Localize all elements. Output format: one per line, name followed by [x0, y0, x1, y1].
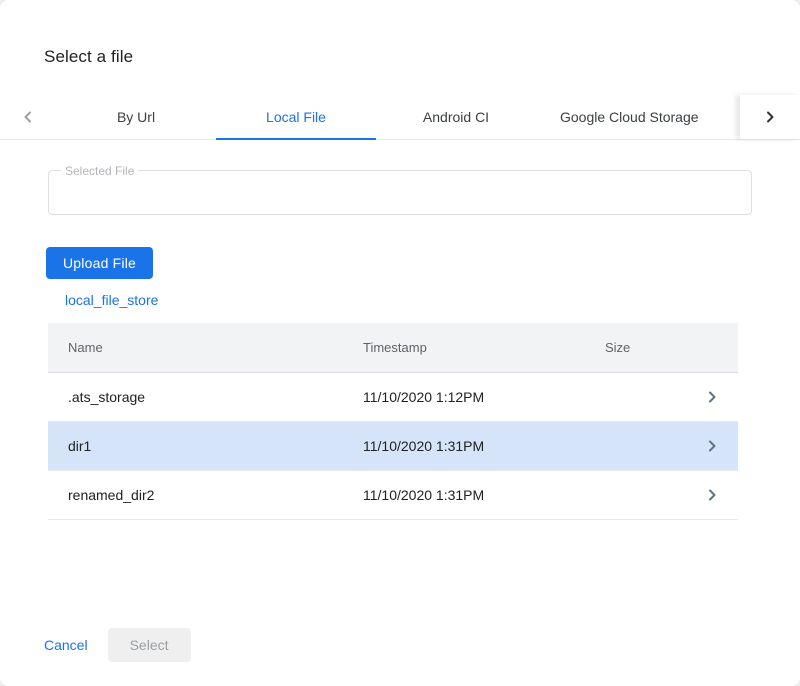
cell-timestamp: 11/10/2020 1:31PM — [363, 487, 605, 503]
breadcrumb: local_file_store — [48, 292, 752, 310]
cell-name: renamed_dir2 — [68, 487, 363, 503]
tab-google-cloud-storage[interactable]: Google Cloud Storage — [536, 95, 723, 139]
tab-label: Android CI — [423, 109, 489, 125]
chevron-right-icon — [706, 391, 718, 403]
chevron-right-icon — [706, 440, 718, 452]
open-directory-button[interactable] — [688, 489, 718, 501]
cancel-button[interactable]: Cancel — [44, 631, 88, 659]
table-row[interactable]: dir1 11/10/2020 1:31PM — [48, 422, 738, 471]
table-row[interactable]: renamed_dir2 11/10/2020 1:31PM — [48, 471, 738, 520]
column-header-size: Size — [605, 340, 688, 355]
column-header-name: Name — [68, 340, 363, 355]
column-header-timestamp: Timestamp — [363, 340, 605, 355]
selected-file-input[interactable] — [49, 171, 751, 214]
tab-by-url[interactable]: By Url — [56, 95, 216, 139]
upload-file-button[interactable]: Upload File — [46, 247, 153, 279]
tabs-paginate-left-button[interactable] — [0, 95, 56, 139]
tab-panel-local-file: Selected File Upload File local_file_sto… — [0, 170, 800, 520]
cell-name: .ats_storage — [68, 389, 363, 405]
select-button[interactable]: Select — [108, 628, 191, 662]
select-file-dialog: Select a file By Url Local File Android … — [0, 0, 800, 686]
table-row[interactable]: .ats_storage 11/10/2020 1:12PM — [48, 373, 738, 422]
cell-timestamp: 11/10/2020 1:31PM — [363, 438, 605, 454]
file-table: Name Timestamp Size .ats_storage 11/10/2… — [48, 323, 738, 520]
selected-file-field-label: Selected File — [61, 164, 138, 178]
tabs-paginate-right-button[interactable] — [740, 95, 800, 139]
tab-label: Google Cloud Storage — [560, 109, 699, 125]
table-header-row: Name Timestamp Size — [48, 323, 738, 373]
cell-name: dir1 — [68, 438, 363, 454]
cell-timestamp: 11/10/2020 1:12PM — [363, 389, 605, 405]
tab-android-ci[interactable]: Android CI — [376, 95, 536, 139]
chevron-right-icon — [764, 111, 776, 123]
chevron-right-icon — [706, 489, 718, 501]
dialog-actions: Cancel Select — [44, 628, 191, 662]
chevron-left-icon — [22, 111, 34, 123]
local-file-store-link[interactable]: local_file_store — [65, 292, 158, 308]
tab-label: Local File — [266, 109, 326, 125]
selected-file-field-container: Selected File — [48, 170, 752, 215]
open-directory-button[interactable] — [688, 391, 718, 403]
open-directory-button[interactable] — [688, 440, 718, 452]
tab-bar: By Url Local File Android CI Google Clou… — [0, 95, 800, 140]
tab-local-file[interactable]: Local File — [216, 95, 376, 139]
tab-label: By Url — [117, 109, 155, 125]
dialog-title: Select a file — [44, 47, 800, 67]
